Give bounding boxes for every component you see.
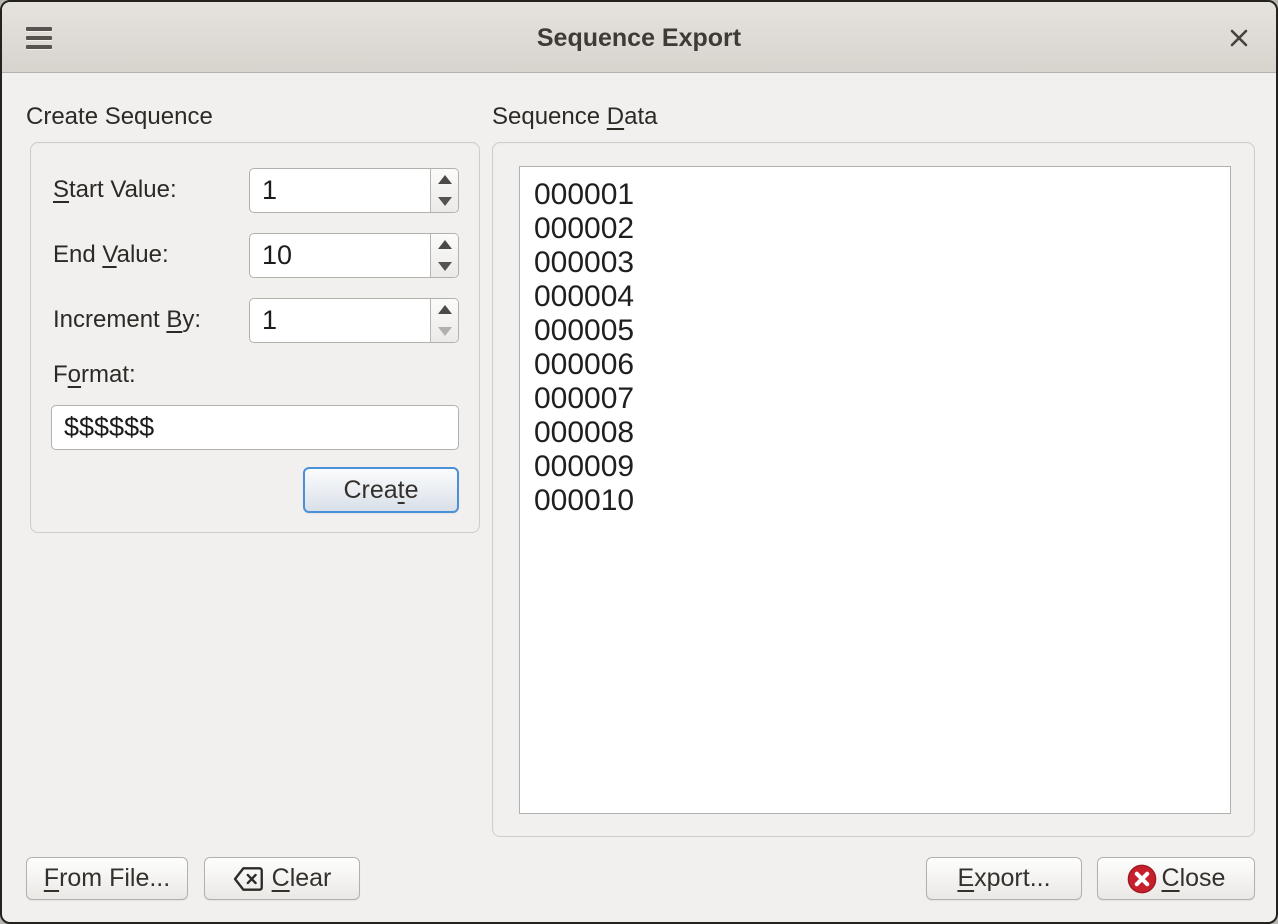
- sequence-line: 000002: [534, 212, 1216, 246]
- create-sequence-heading: Create Sequence: [26, 103, 213, 131]
- increment-by-input[interactable]: [250, 299, 430, 342]
- spin-down-button-disabled: [431, 321, 458, 343]
- arrow-down-icon: [438, 197, 452, 206]
- close-button-label: Close: [1162, 864, 1226, 893]
- sequence-line: 000009: [534, 450, 1216, 484]
- titlebar: Sequence Export: [2, 2, 1276, 73]
- start-value-label: Start Value:: [53, 176, 177, 204]
- arrow-up-icon: [438, 240, 452, 249]
- sequence-line: 000006: [534, 348, 1216, 382]
- sequence-data-heading: Sequence Data: [492, 103, 657, 131]
- sequence-line: 000001: [534, 178, 1216, 212]
- window-title: Sequence Export: [2, 24, 1276, 53]
- from-file-button-label: From File...: [44, 864, 170, 893]
- format-input[interactable]: [51, 405, 459, 450]
- end-value-spin-buttons: [430, 234, 458, 277]
- start-value-spinbox: [249, 168, 459, 213]
- start-value-input[interactable]: [250, 169, 430, 212]
- sequence-data-groupbox: 000001 000002 000003 000004 000005 00000…: [492, 142, 1255, 837]
- sequence-line: 000004: [534, 280, 1216, 314]
- increment-by-spinbox: [249, 298, 459, 343]
- arrow-up-icon: [438, 175, 452, 184]
- sequence-line: 000010: [534, 484, 1216, 518]
- sequence-export-dialog: Sequence Export Create Sequence Start Va…: [0, 0, 1278, 924]
- arrow-up-icon: [438, 305, 452, 314]
- export-button[interactable]: Export...: [926, 857, 1082, 900]
- clear-button-label: Clear: [272, 864, 332, 893]
- spin-up-button[interactable]: [431, 299, 458, 321]
- close-icon: [1228, 28, 1250, 48]
- arrow-down-icon: [438, 262, 452, 271]
- close-error-icon: [1127, 864, 1157, 894]
- end-value-label: End Value:: [53, 241, 169, 269]
- window-close-button[interactable]: [1226, 26, 1252, 50]
- start-value-spin-buttons: [430, 169, 458, 212]
- format-label: oFormat:: [53, 361, 136, 389]
- sequence-line: 000007: [534, 382, 1216, 416]
- increment-by-spin-buttons: [430, 299, 458, 342]
- spin-down-button[interactable]: [431, 256, 458, 278]
- create-button-label: Create: [343, 476, 418, 505]
- end-value-spinbox: [249, 233, 459, 278]
- spin-down-button[interactable]: [431, 191, 458, 213]
- export-button-label: Export...: [957, 864, 1050, 893]
- increment-by-label: Increment By:: [53, 306, 201, 334]
- sequence-line: 000008: [534, 416, 1216, 450]
- end-value-input[interactable]: [250, 234, 430, 277]
- arrow-down-icon: [438, 327, 452, 336]
- spin-up-button[interactable]: [431, 234, 458, 256]
- sequence-data-textarea[interactable]: 000001 000002 000003 000004 000005 00000…: [519, 166, 1231, 814]
- sequence-line: 000003: [534, 246, 1216, 280]
- spin-up-button[interactable]: [431, 169, 458, 191]
- from-file-button[interactable]: From File...: [26, 857, 188, 900]
- create-sequence-groupbox: Start Value: End Value: Increment By:: [30, 142, 480, 533]
- clear-button[interactable]: Clear: [204, 857, 360, 900]
- close-button[interactable]: Close: [1097, 857, 1255, 900]
- create-button[interactable]: Create: [303, 467, 459, 513]
- backspace-icon: [233, 866, 264, 892]
- sequence-line: 000005: [534, 314, 1216, 348]
